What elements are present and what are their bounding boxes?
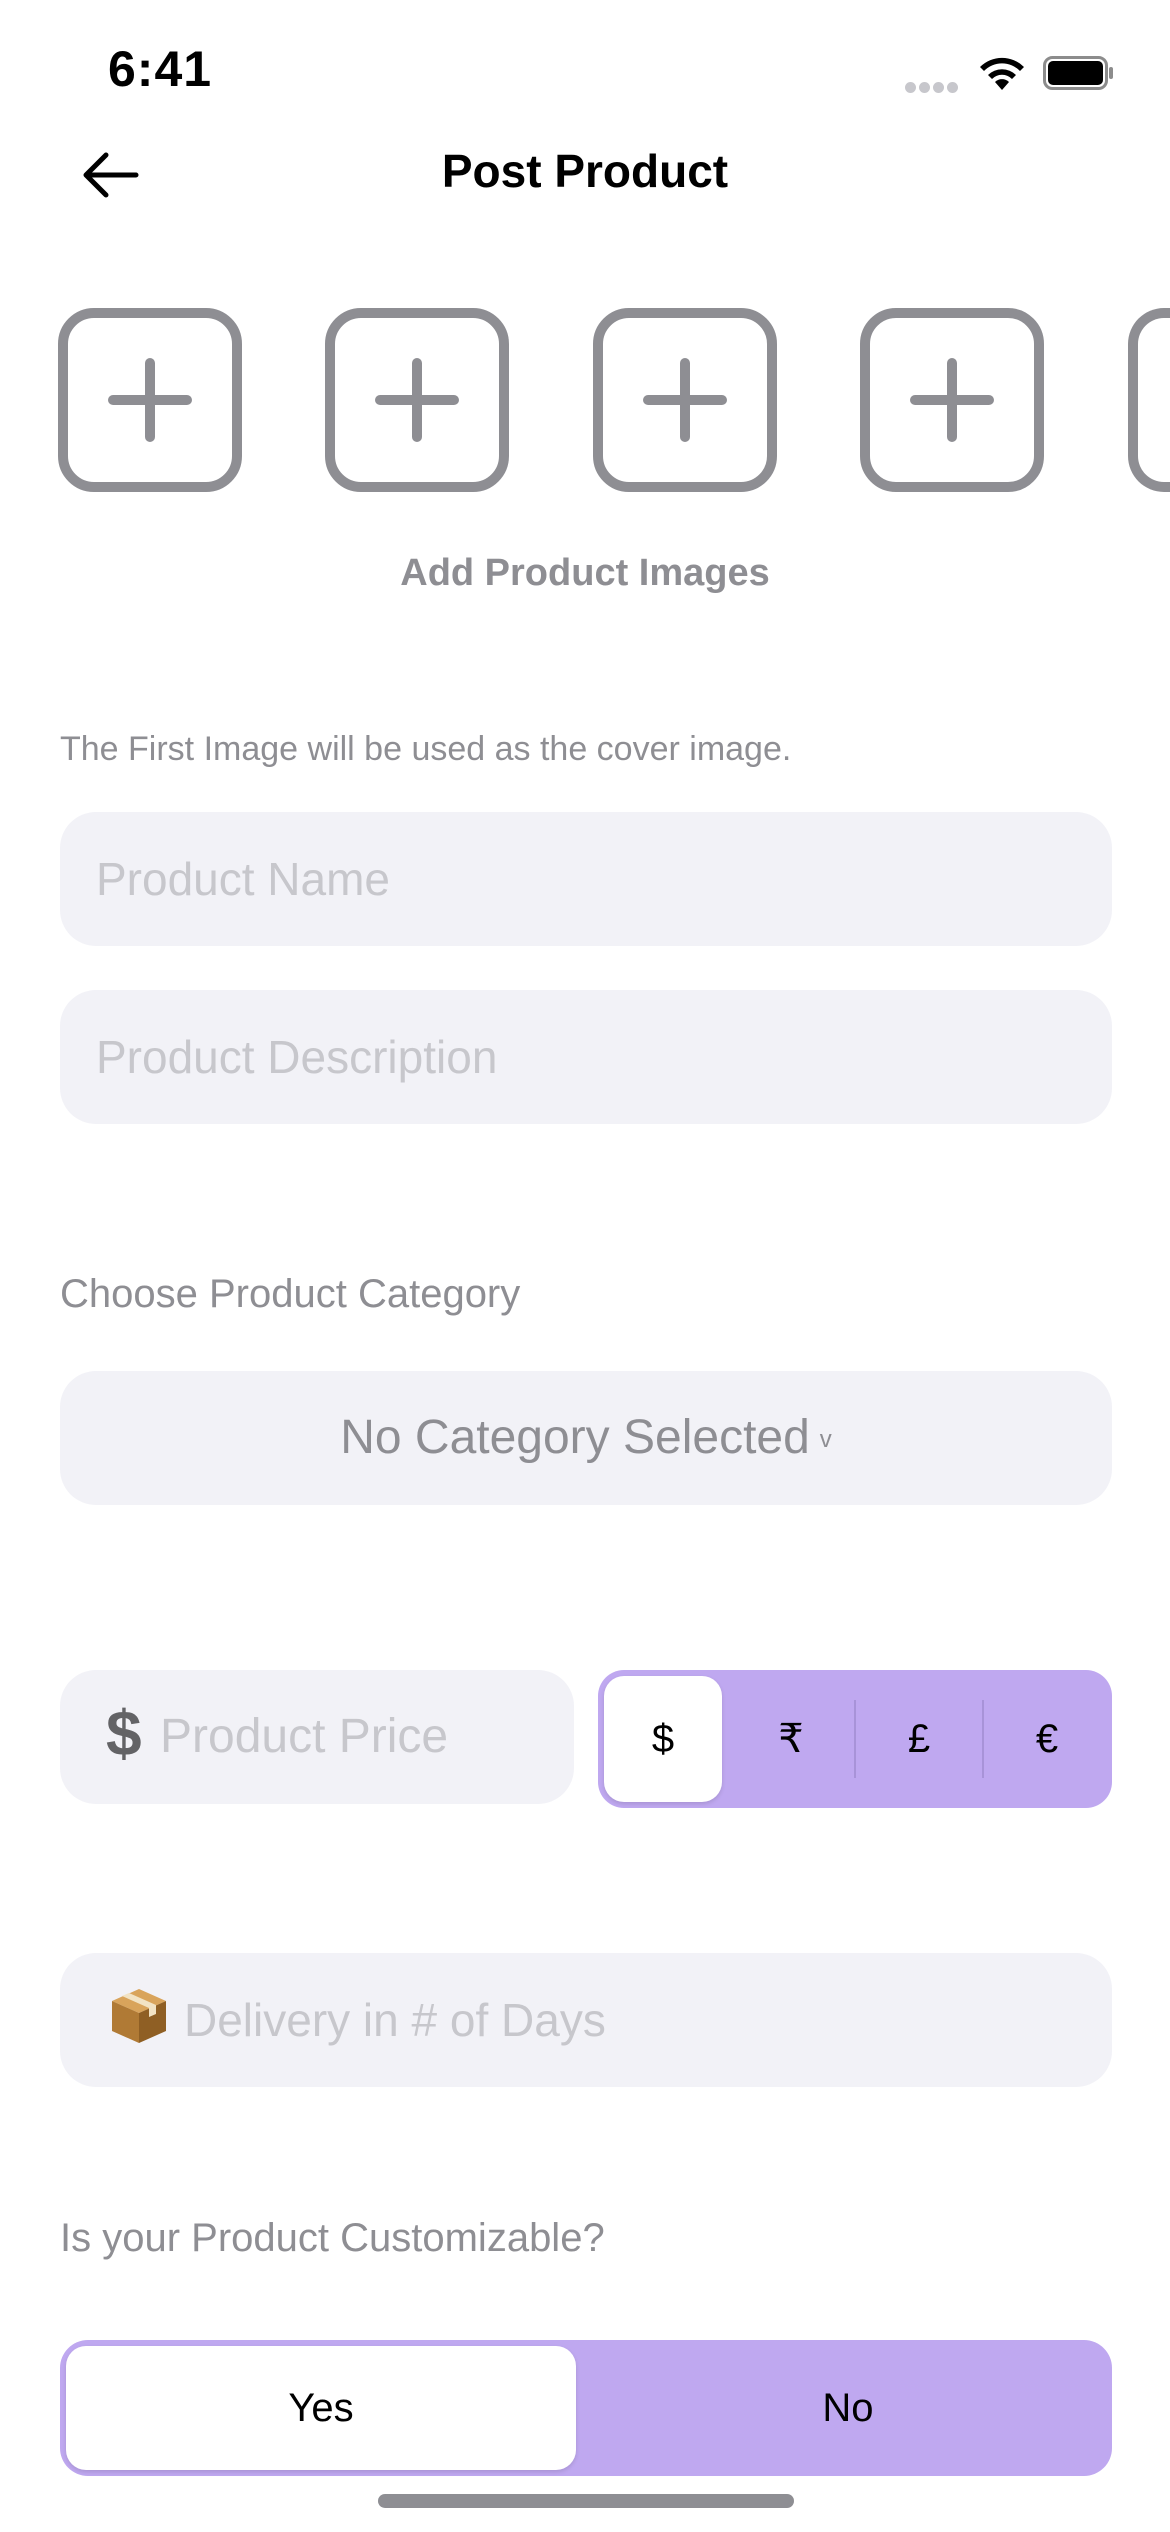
status-time: 6:41 bbox=[108, 41, 213, 97]
delivery-days-placeholder: Delivery in # of Days bbox=[184, 1994, 606, 2046]
currency-selector: $ ₹ £ € bbox=[598, 1670, 1112, 1808]
customizable-yes-option[interactable]: Yes bbox=[66, 2346, 576, 2470]
product-description-placeholder: Product Description bbox=[96, 1031, 498, 1083]
add-product-images-label: Add Product Images bbox=[400, 552, 770, 594]
chevron-down-icon: v bbox=[819, 1425, 832, 1453]
currency-option-euro[interactable]: € bbox=[988, 1676, 1106, 1802]
delivery-days-field[interactable]: Delivery in # of Days bbox=[60, 1953, 1112, 2087]
cellular-signal-icon bbox=[905, 80, 961, 98]
customizable-no-option[interactable]: No bbox=[590, 2346, 1106, 2470]
customizable-label: Is your Product Customizable? bbox=[60, 2216, 605, 2260]
product-name-placeholder: Product Name bbox=[96, 853, 391, 905]
plus-icon bbox=[108, 358, 192, 442]
battery-icon bbox=[1043, 56, 1113, 90]
add-image-slot[interactable] bbox=[325, 308, 509, 492]
cover-image-hint: The First Image will be used as the cove… bbox=[60, 730, 792, 768]
package-icon bbox=[112, 1989, 166, 2043]
product-description-field[interactable]: Product Description bbox=[60, 990, 1112, 1124]
dollar-sign-icon: $ bbox=[106, 1697, 142, 1769]
currency-option-dollar[interactable]: $ bbox=[604, 1676, 722, 1802]
wifi-icon bbox=[980, 57, 1024, 90]
home-indicator[interactable] bbox=[378, 2494, 794, 2508]
category-value: No Category Selected bbox=[340, 1411, 810, 1464]
plus-icon bbox=[643, 358, 727, 442]
plus-icon bbox=[910, 358, 994, 442]
product-name-field[interactable]: Product Name bbox=[60, 812, 1112, 946]
add-image-slot[interactable] bbox=[860, 308, 1044, 492]
add-image-slot[interactable] bbox=[58, 308, 242, 492]
page-title: Post Product bbox=[441, 145, 729, 197]
currency-option-rupee[interactable]: ₹ bbox=[732, 1676, 850, 1802]
add-image-slot-partial[interactable] bbox=[1128, 308, 1170, 492]
currency-option-pound[interactable]: £ bbox=[860, 1676, 978, 1802]
plus-icon bbox=[375, 358, 459, 442]
category-dropdown[interactable]: No Category Selected v bbox=[60, 1371, 1112, 1505]
product-price-placeholder: Product Price bbox=[160, 1710, 449, 1763]
customizable-selector: Yes No bbox=[60, 2340, 1112, 2476]
category-label: Choose Product Category bbox=[60, 1272, 521, 1316]
product-price-field[interactable]: $ Product Price bbox=[60, 1670, 574, 1804]
segment-divider bbox=[854, 1700, 856, 1778]
segment-divider bbox=[982, 1700, 984, 1778]
add-image-slot[interactable] bbox=[593, 308, 777, 492]
